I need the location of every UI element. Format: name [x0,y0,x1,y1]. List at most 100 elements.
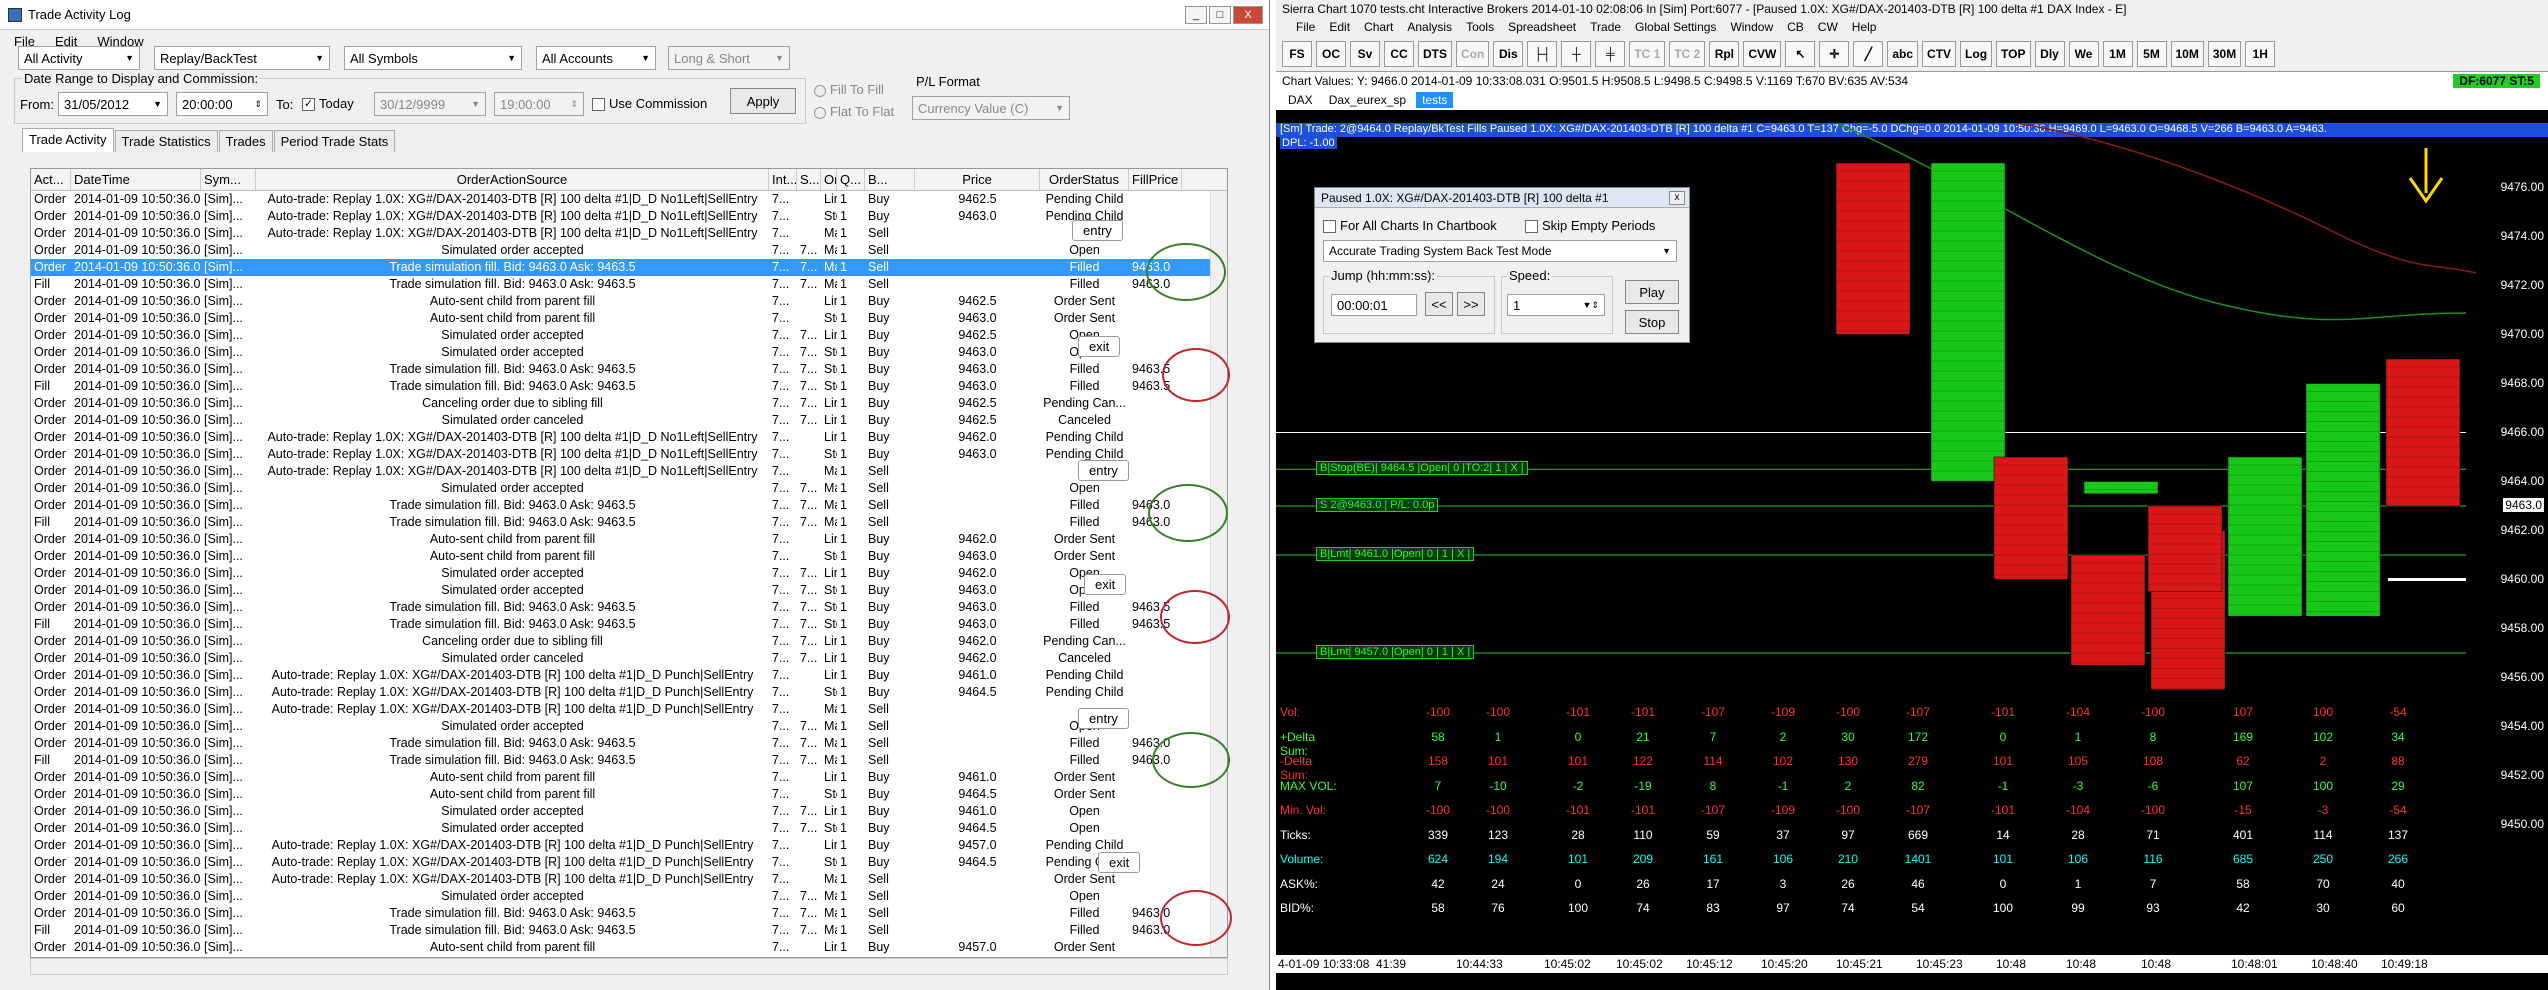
flat-to-flat-radio[interactable]: Flat To Flat [814,104,894,119]
ray-icon[interactable]: ╱ [1853,40,1884,67]
toolbar-log-button[interactable]: Log [1960,40,1993,67]
toolbar-cvw-button[interactable]: CVW [1743,40,1782,67]
toolbar-tc2-button[interactable]: TC 2 [1669,40,1706,67]
crosshair-icon[interactable]: ✛ [1819,40,1850,67]
column-header[interactable]: B... [865,169,915,190]
table-row[interactable]: Order 2014-01-09 10:50:36.020 [Sim]... Auto… [31,446,1227,463]
table-row[interactable]: Order 2014-01-09 10:50:36.018 [Sim]... Simu… [31,412,1227,429]
table-row[interactable]: Order 2014-01-09 10:50:36.042 [Sim]... Simu… [31,820,1227,837]
pl-format-select[interactable]: Currency Value (C) ▼ [912,96,1070,120]
replay-mode-select[interactable]: Accurate Trading System Back Test Mode ▼ [1323,240,1677,262]
column-header[interactable]: DateTime [71,169,201,190]
order-line-label[interactable]: B|Lmt| 9457.0 |Open| 0 | 1 | X | [1316,645,1475,659]
jump-back-button[interactable]: << [1425,292,1453,316]
toolbar-30m-button[interactable]: 30M [2207,40,2242,67]
draw-vline-icon[interactable]: ╪ [1595,40,1626,67]
column-header[interactable]: Price [915,169,1040,190]
toolbar-5m-button[interactable]: 5M [2136,40,2167,67]
column-header[interactable]: Q... [837,169,865,190]
jump-time-input[interactable]: 00:00:01 [1331,294,1417,316]
table-row[interactable]: Order 2014-01-09 10:50:36.034 [Sim]... Auto… [31,684,1227,701]
symbols-filter-select[interactable]: All Symbols ▼ [344,46,522,70]
toolbar-1h-button[interactable]: 1H [2245,40,2276,67]
toolbar-con-button[interactable]: Con [1456,40,1490,67]
table-row[interactable]: Order 2014-01-09 10:50:36.019 [Sim]... Auto… [31,429,1227,446]
table-row[interactable]: Order 2014-01-09 10:50:36.040 [Sim]... Auto… [31,786,1227,803]
today-checkbox[interactable]: ✓ Today [302,96,354,112]
horizontal-scrollbar[interactable] [30,958,1228,975]
menu-cb[interactable]: CB [1787,20,1804,34]
table-row[interactable]: Order 2014-01-09 10:50:36.006 [Sim]... Auto… [31,208,1227,225]
tab-trade-activity[interactable]: Trade Activity [22,128,114,152]
menu-spreadsheet[interactable]: Spreadsheet [1508,20,1576,34]
column-header[interactable]: Orde... [821,169,837,190]
table-row[interactable]: Order 2014-01-09 10:50:36.009 [Sim]... Trad… [31,259,1227,276]
table-row[interactable]: Order 2014-01-09 10:50:36.005 [Sim]... Auto… [31,191,1227,208]
table-row[interactable]: Fill 2014-01-09 10:50:36.010 [Sim]... Trade… [31,276,1227,293]
table-row[interactable]: Fill 2014-01-09 10:50:36.030 [Sim]... Trade… [31,616,1227,633]
table-row[interactable]: Order 2014-01-09 10:50:36.041 [Sim]... Simu… [31,803,1227,820]
table-row[interactable]: Order 2014-01-09 10:50:36.046 [Sim]... Simu… [31,888,1227,905]
toolbar-10m-button[interactable]: 10M [2170,40,2204,67]
table-row[interactable]: Order 2014-01-09 10:50:36.047 [Sim]... Trad… [31,905,1227,922]
table-row[interactable]: Order 2014-01-09 10:50:36.013 [Sim]... Simu… [31,327,1227,344]
menu-file[interactable]: File [1296,20,1315,34]
apply-button[interactable]: Apply [730,88,796,114]
vertical-scrollbar[interactable] [1210,191,1227,957]
column-header[interactable]: OrderActionSource [256,169,769,190]
tab-dax[interactable]: DAX [1282,92,1319,108]
table-row[interactable]: Order 2014-01-09 10:50:36.036 [Sim]... Simu… [31,718,1227,735]
tab-trade-statistics[interactable]: Trade Statistics [114,130,218,152]
tab-period-trade-stats[interactable]: Period Trade Stats [273,130,396,152]
menu-window[interactable]: Window [1730,20,1773,34]
jump-forward-button[interactable]: >> [1457,292,1485,316]
column-header[interactable]: Int... [769,169,797,190]
side-filter-select[interactable]: Long & Short ▼ [668,46,790,70]
table-row[interactable]: Order 2014-01-09 10:50:36.014 [Sim]... Simu… [31,344,1227,361]
order-line-label[interactable]: B|Lmt| 9461.0 |Open| 0 | 1 | X | [1316,547,1475,561]
column-header[interactable]: S... [797,169,821,190]
to-time-input[interactable]: 19:00:00 ⇕ [494,92,584,116]
play-button[interactable]: Play [1625,280,1679,304]
mode-filter-select[interactable]: Replay/BackTest ▼ [154,46,330,70]
tab-tests[interactable]: tests [1416,92,1454,108]
table-row[interactable]: Order 2014-01-09 10:50:36.043 [Sim]... Auto… [31,837,1227,854]
menu-help[interactable]: Help [1852,20,1877,34]
speed-select[interactable]: 1 ▼⇕ [1507,294,1605,316]
menu-global-settings[interactable]: Global Settings [1635,20,1716,34]
for-all-charts-checkbox[interactable]: For All Charts In Chartbook [1323,218,1497,234]
table-row[interactable]: Order 2014-01-09 10:50:36.007 [Sim]... Auto… [31,225,1227,242]
footprint-chart[interactable]: [Sm] Trade: 2@9464.0 Replay/BkTest Fills… [1276,123,2548,973]
order-line-label[interactable]: S 2@9463.0 | P/L: 0.0p [1316,498,1439,512]
table-row[interactable]: Order 2014-01-09 10:50:36.017 [Sim]... Canc… [31,395,1227,412]
close-icon[interactable]: x [1669,190,1685,205]
table-row[interactable]: Order 2014-01-09 10:50:36.008 [Sim]... Simu… [31,242,1227,259]
toolbar-cc-button[interactable]: CC [1384,40,1414,67]
to-date-input[interactable]: 30/12/9999 ▼ [374,92,486,116]
toolbar-sv-button[interactable]: Sv [1350,40,1380,67]
table-row[interactable]: Order 2014-01-09 10:50:36.015 [Sim]... Trad… [31,361,1227,378]
table-row[interactable]: Fill 2014-01-09 10:50:36.024 [Sim]... Trade… [31,514,1227,531]
draw-line-icon[interactable]: ├┤ [1527,40,1558,67]
use-commission-checkbox[interactable]: Use Commission [592,96,707,112]
draw-hline-icon[interactable]: ┼ [1561,40,1592,67]
activity-filter-select[interactable]: All Activity ▼ [18,46,140,70]
toolbar-dly-button[interactable]: Dly [2034,40,2065,67]
table-row[interactable]: Fill 2014-01-09 10:50:36.016 [Sim]... Trade… [31,378,1227,395]
tab-trades[interactable]: Trades [218,130,273,152]
table-row[interactable]: Order 2014-01-09 10:50:36.011 [Sim]... Auto… [31,293,1227,310]
table-row[interactable]: Order 2014-01-09 10:50:36.026 [Sim]... Auto… [31,548,1227,565]
column-header[interactable]: FillPrice [1129,169,1183,190]
menu-edit[interactable]: Edit [1329,20,1350,34]
table-row[interactable]: Order 2014-01-09 10:50:36.027 [Sim]... Simu… [31,565,1227,582]
stop-button[interactable]: Stop [1625,310,1679,334]
menu-analysis[interactable]: Analysis [1407,20,1452,34]
table-row[interactable]: Order 2014-01-09 10:50:36.023 [Sim]... Trad… [31,497,1227,514]
maximize-button[interactable]: □ [1209,5,1231,24]
menu-trade[interactable]: Trade [1590,20,1621,34]
table-row[interactable]: Order 2014-01-09 10:50:36.025 [Sim]... Auto… [31,531,1227,548]
menu-tools[interactable]: Tools [1466,20,1494,34]
text-tool-icon[interactable]: abc [1887,40,1919,67]
table-row[interactable]: Fill 2014-01-09 10:50:36.038 [Sim]... Trade… [31,752,1227,769]
toolbar-top-button[interactable]: TOP [1996,40,2031,67]
